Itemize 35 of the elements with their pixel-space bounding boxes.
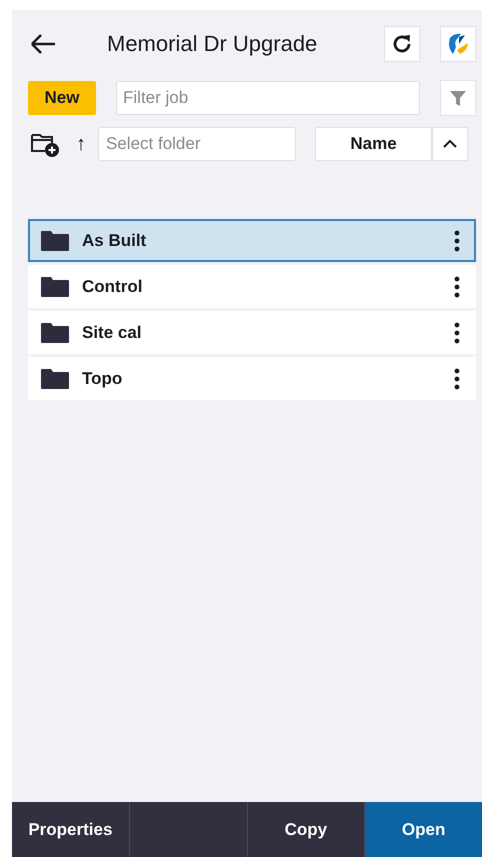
refresh-button[interactable] xyxy=(384,26,420,62)
sort-order-button[interactable] xyxy=(432,127,468,161)
folder-name: Site cal xyxy=(82,322,143,342)
more-options-button[interactable] xyxy=(454,320,460,344)
more-options-icon xyxy=(454,274,460,298)
funnel-icon xyxy=(448,88,468,108)
back-arrow-icon[interactable] xyxy=(28,32,58,56)
folder-icon xyxy=(40,368,70,390)
filter-field[interactable]: Filter job xyxy=(116,81,420,115)
folder-icon xyxy=(40,276,70,298)
more-options-icon xyxy=(454,320,460,344)
up-folder-button[interactable]: ↑ xyxy=(74,132,88,156)
folder-name: Topo xyxy=(82,368,124,388)
screen-title: Memorial Dr Upgrade xyxy=(107,31,318,57)
folder-row[interactable]: Control xyxy=(28,265,476,308)
folder-row[interactable]: Site cal xyxy=(28,311,476,354)
more-options-icon xyxy=(454,366,460,390)
filter-button[interactable] xyxy=(440,80,476,116)
folder-field[interactable]: Select folder xyxy=(98,127,296,161)
more-options-button[interactable] xyxy=(454,228,460,252)
folder-icon xyxy=(40,230,70,252)
more-options-button[interactable] xyxy=(454,274,460,298)
open-button[interactable]: Open xyxy=(365,802,482,857)
more-options-button[interactable] xyxy=(454,366,460,390)
folder-icon xyxy=(40,322,70,344)
more-options-icon xyxy=(454,228,460,252)
folder-row[interactable]: Topo xyxy=(28,357,476,400)
app-logo-button[interactable] xyxy=(440,26,476,62)
folder-name: Control xyxy=(82,276,144,296)
caret-icon xyxy=(442,138,458,150)
folder-row[interactable]: As Built xyxy=(28,219,476,262)
new-button[interactable]: New xyxy=(28,81,96,115)
folder-name: As Built xyxy=(82,230,148,250)
add-folder-icon[interactable] xyxy=(30,131,60,157)
sort-button[interactable]: Name xyxy=(315,127,432,161)
